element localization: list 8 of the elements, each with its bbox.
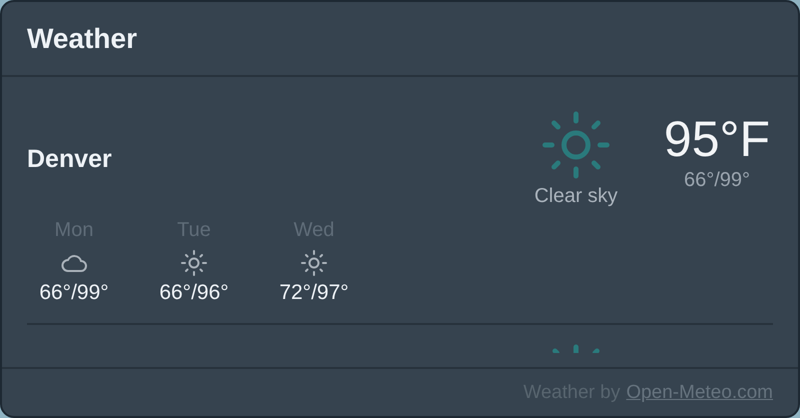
card-title: Weather (27, 22, 137, 54)
city-name: Denver (27, 145, 113, 174)
current-temperature: 95°F (664, 111, 770, 167)
forecast-temperature: 72°/97° (279, 281, 349, 305)
temperature-range: 66°/99° (684, 169, 750, 192)
forecast-temperature: 66°/99° (39, 281, 109, 305)
forecast-temperature: 66°/96° (159, 281, 229, 305)
condition-label: Clear sky (534, 185, 618, 208)
